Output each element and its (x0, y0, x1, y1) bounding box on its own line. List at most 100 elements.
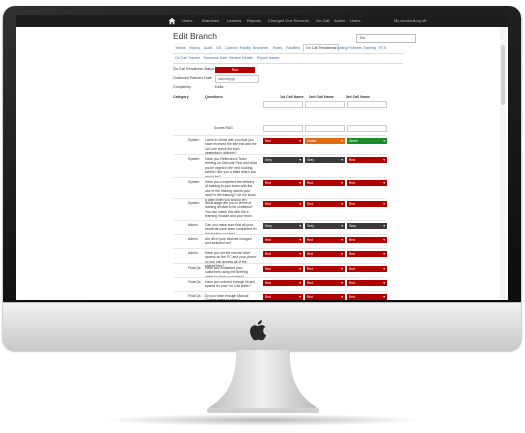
readiness-status-select[interactable]: Red (215, 67, 255, 73)
rag-status-dropdown[interactable]: Red (347, 294, 387, 300)
nav-item-reports[interactable]: Reports (247, 18, 261, 23)
table-row-category: Admin (188, 237, 198, 241)
table-row-question: What stage are you in terms of training … (205, 201, 253, 219)
third-call-name-input[interactable] (347, 101, 387, 108)
first-call-score-input[interactable] (263, 125, 303, 132)
page-title: Edit Branch (173, 31, 217, 41)
rag-status-dropdown[interactable]: Red (263, 294, 303, 300)
tab-branches[interactable]: Branches (253, 46, 268, 50)
tab-carbon-facility[interactable]: Carbon / Facility (225, 46, 251, 50)
rag-status-dropdown[interactable]: Grey (347, 223, 387, 229)
rag-status-dropdown[interactable]: Red (347, 280, 387, 286)
rag-status-dropdown[interactable]: Red (263, 266, 303, 272)
nav-item-users[interactable]: Users (182, 18, 192, 23)
table-row-divider (173, 234, 386, 235)
imac-stand (207, 350, 319, 413)
col-header-1st-call: 1st Call Name (280, 95, 304, 99)
table-row-divider (173, 248, 386, 249)
col-header-2nd-call: 2nd Call Name (309, 95, 334, 99)
table-row-category: Final Qs (188, 266, 201, 270)
rag-status-dropdown[interactable]: Red (347, 157, 387, 163)
nav-item-users-2[interactable]: Users (350, 18, 360, 23)
rag-status-dropdown[interactable]: Red (263, 138, 303, 144)
tab-facilities[interactable]: Facilities (286, 46, 300, 50)
rag-status-dropdown[interactable]: Red (347, 201, 387, 207)
rag-status-dropdown[interactable]: Grey (263, 223, 303, 229)
tab-on-call-readiness[interactable]: On Call Readiness (303, 44, 339, 52)
rag-status-dropdown[interactable]: Green (347, 138, 387, 144)
rag-status-dropdown[interactable]: Grey (305, 157, 345, 163)
rag-status-dropdown[interactable]: Red (347, 237, 387, 243)
rag-status-dropdown[interactable]: Grey (263, 157, 303, 163)
rag-status-dropdown[interactable]: Red (305, 237, 345, 243)
table-row-category: Final Qs (188, 280, 201, 284)
outbound-date-input[interactable]: dd/mm/yyyy (215, 75, 259, 83)
tab-bar-secondary: On Call Tracker Tomorrow Date Service Deta… (173, 55, 403, 64)
rag-status-dropdown[interactable]: Red (305, 201, 345, 207)
scrollbar-thumb[interactable] (501, 45, 505, 105)
table-row-divider (173, 220, 386, 221)
outbound-label: Outbound Partners Date (173, 76, 212, 80)
rag-status-dropdown[interactable]: Red (305, 280, 345, 286)
second-call-name-input[interactable] (305, 101, 345, 108)
rag-status-dropdown[interactable]: Red (305, 294, 345, 300)
rag-status-dropdown[interactable]: Red (263, 280, 303, 286)
col-header-questions: Questions (205, 95, 223, 99)
branch-select[interactable]: Sw (356, 34, 416, 43)
table-row-question: Do you have enough Manual Charge forms i… (205, 294, 249, 300)
rag-status-dropdown[interactable]: Red (263, 201, 303, 207)
rag-status-dropdown[interactable]: Grey (305, 223, 345, 229)
home-icon[interactable] (168, 17, 176, 25)
rag-status-dropdown[interactable]: Amber (305, 138, 345, 144)
complexity-value: Delta (215, 85, 224, 89)
tab-teams[interactable]: Teams (175, 46, 186, 50)
tab-tomorrow-date[interactable]: Tomorrow Date (203, 56, 227, 60)
nav-item-branches[interactable]: Branches (202, 18, 219, 23)
table-row-divider (173, 291, 386, 292)
table-row-question: Are all of your devices charged and swit… (205, 237, 252, 246)
nav-item-on-call[interactable]: On Call (316, 18, 329, 23)
nav-item-leavers[interactable]: Leavers (227, 18, 241, 23)
tab-audit[interactable]: Audit (204, 46, 212, 50)
tab-rts[interactable]: RTS (379, 46, 386, 50)
stand-shadow (100, 414, 425, 426)
table-row-divider (173, 263, 386, 264)
tab-on-call-tracker[interactable]: On Call Tracker (175, 56, 200, 60)
rag-status-dropdown[interactable]: Red (347, 266, 387, 272)
tab-service-details[interactable]: Service Details (229, 56, 253, 60)
tab-roles[interactable]: Roles (273, 46, 282, 50)
rag-status-dropdown[interactable]: Red (347, 180, 387, 186)
rag-status-dropdown[interactable]: Red (305, 266, 345, 272)
readiness-label: On Call Readiness Status (173, 67, 215, 71)
first-call-name-input[interactable] (263, 101, 303, 108)
rag-status-dropdown[interactable]: Red (305, 251, 345, 257)
table-row-category: System (188, 201, 200, 205)
rag-status-dropdown[interactable]: Red (263, 180, 303, 186)
tab-report-issues[interactable]: Report Issues (257, 56, 279, 60)
rag-status-dropdown[interactable]: Red (347, 251, 387, 257)
table-row-category: Admin (188, 251, 198, 255)
nav-item-admin[interactable]: Admin (334, 18, 345, 23)
rag-status-dropdown[interactable]: Red (305, 180, 345, 186)
tab-guiding-partners[interactable]: Guiding Partners (335, 46, 362, 50)
log-off-link[interactable]: Log off (414, 18, 426, 23)
table-row-question: I wish to check with you that you have r… (205, 138, 257, 155)
table-row-category: System (188, 138, 200, 142)
third-call-score-input[interactable] (347, 125, 387, 132)
table-row-divider (173, 154, 386, 155)
my-account-link[interactable]: My Account (394, 18, 415, 23)
tab-history[interactable]: History (189, 46, 200, 50)
rag-status-dropdown[interactable]: Red (263, 237, 303, 243)
second-call-score-input[interactable] (305, 125, 345, 132)
table-row-divider (173, 177, 386, 178)
table-row-category: System (188, 157, 200, 161)
top-navigation-bar: Users Branches Leavers Reports Changed D… (16, 15, 508, 27)
tab-ge[interactable]: GE (216, 46, 221, 50)
tab-training[interactable]: Training (363, 46, 376, 50)
table-row-question: Have you ordered enough kit and spares f… (205, 280, 256, 289)
tab-bar-primary: Teams History Audit GE Carbon / Facility Bran… (173, 44, 403, 54)
nav-item-changed-due-records[interactable]: Changed Due Records (268, 18, 309, 23)
scores-rag-label: Scores RAG (214, 126, 233, 130)
complexity-label: Complexity (173, 85, 191, 89)
rag-status-dropdown[interactable]: Red (263, 251, 303, 257)
